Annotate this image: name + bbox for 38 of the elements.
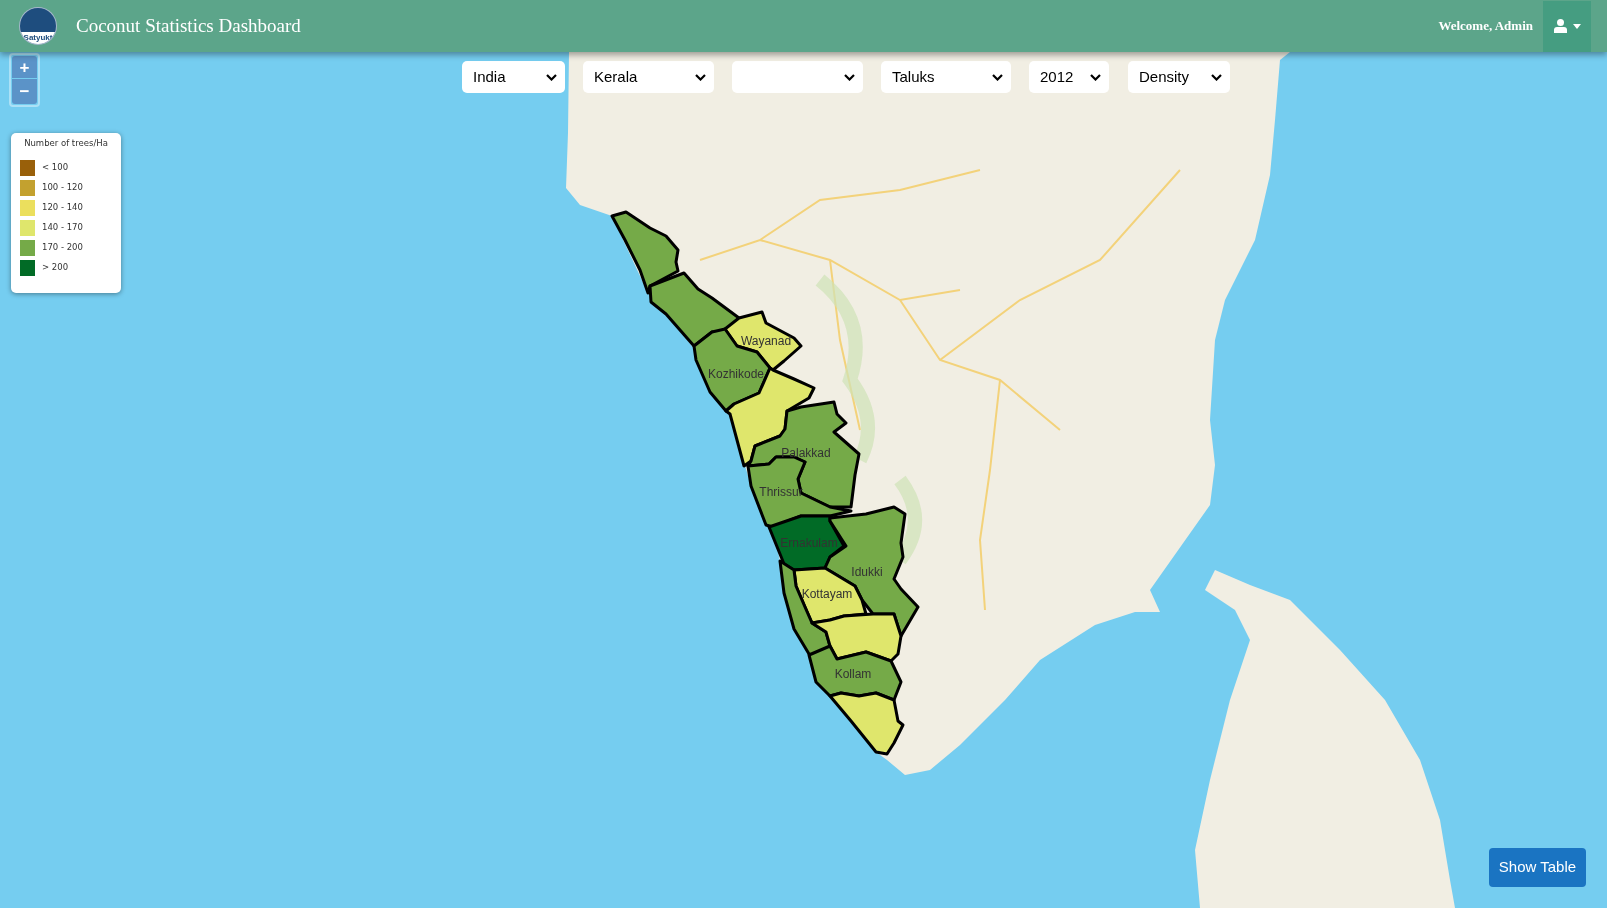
district-label: Kozhikode [708, 367, 764, 381]
legend-label: < 100 [42, 161, 69, 175]
district-label: Idukki [851, 565, 883, 579]
district-label: Thrissur [759, 485, 803, 499]
show-table-button[interactable]: Show Table [1489, 848, 1586, 887]
district-label: Palakkad [781, 446, 831, 460]
welcome-text: Welcome, Admin [1438, 17, 1533, 36]
legend-label: 120 - 140 [42, 201, 83, 215]
legend-title: Number of trees/Ha [24, 137, 108, 150]
district-label: Kollam [834, 667, 872, 681]
dropdown-select[interactable]: Taluks [881, 61, 1011, 93]
chevron-down-icon [844, 73, 855, 81]
district-shape[interactable] [610, 210, 680, 295]
dropdown-select[interactable]: 2012 [1029, 61, 1109, 93]
legend-label: > 200 [42, 261, 69, 275]
district-shape[interactable] [648, 271, 741, 348]
legend-label: 140 - 170 [42, 221, 83, 235]
dropdown-select[interactable]: India [462, 61, 565, 93]
app-title: Coconut Statistics Dashboard [76, 13, 301, 38]
district-label: Wayanad [740, 334, 792, 348]
logo-text: Satyukt [20, 32, 56, 44]
chevron-down-icon [1090, 73, 1101, 81]
chevron-down-icon [695, 73, 706, 81]
legend-label: 170 - 200 [42, 241, 83, 255]
district-label: Kottayam [801, 587, 853, 601]
chevron-down-icon [546, 73, 557, 81]
dropdown-select[interactable]: Density [1128, 61, 1230, 93]
district-shape[interactable] [828, 691, 905, 756]
dropdown-select[interactable]: Kerala [583, 61, 714, 93]
district-shape[interactable] [746, 400, 861, 509]
user-icon [1553, 19, 1567, 33]
caret-icon [1572, 23, 1581, 29]
chevron-down-icon [992, 73, 1003, 81]
chevron-down-icon [1211, 73, 1222, 81]
district-shape[interactable] [810, 612, 903, 663]
district-label: Ernakulam [780, 536, 838, 550]
legend-label: 100 - 120 [42, 181, 83, 195]
user-menu-button[interactable] [1543, 0, 1591, 52]
